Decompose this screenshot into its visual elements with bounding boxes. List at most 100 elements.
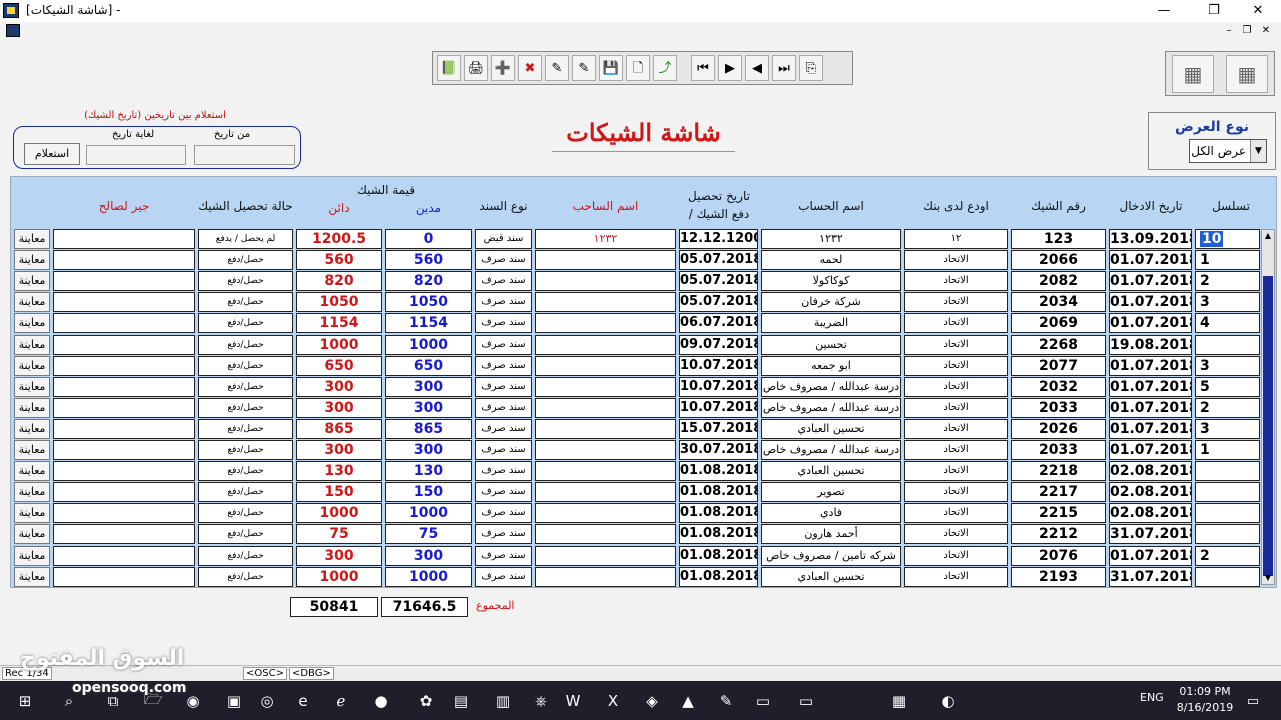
cell-serial[interactable] xyxy=(1195,566,1260,587)
preview-button[interactable]: معاينة xyxy=(14,292,50,313)
cell-collect-date[interactable]: 30.07.2018 xyxy=(679,440,758,460)
game-icon[interactable]: ✿ xyxy=(413,688,439,714)
cell-credit[interactable]: 560 xyxy=(296,250,382,271)
cell-status[interactable]: لم يحصل / يدفع xyxy=(198,229,293,249)
cell-cheque-number[interactable]: 2069 xyxy=(1011,313,1106,334)
cell-debit[interactable]: 1000 xyxy=(385,566,472,587)
cell-debit[interactable]: 1154 xyxy=(385,313,472,334)
cell-serial[interactable]: 1 xyxy=(1195,250,1260,271)
next-record-icon[interactable]: ▶ xyxy=(718,55,742,81)
cell-debit[interactable]: 560 xyxy=(385,250,472,271)
notification-icon[interactable]: ▭ xyxy=(1240,688,1266,714)
cell-drawer[interactable] xyxy=(535,482,676,503)
cell-status[interactable]: حصل/دفع xyxy=(198,524,293,545)
cell-payee[interactable] xyxy=(53,418,195,439)
cell-serial[interactable] xyxy=(1195,503,1260,524)
preview-button[interactable]: معاينة xyxy=(14,545,50,566)
cell-drawer[interactable] xyxy=(535,524,676,545)
cell-status[interactable]: حصل/دفع xyxy=(198,313,293,334)
cell-bank[interactable]: الاتحاد xyxy=(904,271,1008,292)
cell-account[interactable]: درسة عبدالله / مصروف خاص xyxy=(761,440,901,460)
cell-cheque-number[interactable]: 2193 xyxy=(1011,566,1106,587)
cell-credit[interactable]: 75 xyxy=(296,524,382,545)
cell-cheque-number[interactable]: 2033 xyxy=(1011,397,1106,418)
cell-payee[interactable] xyxy=(53,461,195,482)
cell-status[interactable]: حصل/دفع xyxy=(198,292,293,313)
cell-credit[interactable]: 130 xyxy=(296,461,382,482)
cell-entry-date[interactable]: 02.08.2018 xyxy=(1109,482,1192,503)
cell-credit[interactable]: 1000 xyxy=(296,334,382,355)
cell-drawer[interactable] xyxy=(535,355,676,376)
cell-payee[interactable] xyxy=(53,545,195,566)
cell-debit[interactable]: 650 xyxy=(385,355,472,376)
cell-drawer[interactable] xyxy=(535,397,676,418)
cell-debit[interactable]: 300 xyxy=(385,397,472,418)
cell-cheque-number[interactable]: 2034 xyxy=(1011,292,1106,313)
cell-payee[interactable] xyxy=(53,250,195,271)
preview-button[interactable]: معاينة xyxy=(14,313,50,334)
cell-payee[interactable] xyxy=(53,355,195,376)
notes-icon[interactable]: ▥ xyxy=(490,688,516,714)
query-button[interactable]: استعلام xyxy=(24,143,80,165)
cell-entry-date[interactable]: 19.08.2018 xyxy=(1109,334,1192,355)
cell-payee[interactable] xyxy=(53,334,195,355)
cell-credit[interactable]: 1200.5 xyxy=(296,229,382,249)
mdi-close-button[interactable]: ✕ xyxy=(1258,24,1274,38)
mdi-minimize-button[interactable]: – xyxy=(1221,24,1237,38)
cell-entry-date[interactable]: 01.07.2018 xyxy=(1109,440,1192,460)
scroll-down-icon[interactable]: ▼ xyxy=(1262,572,1274,584)
cell-debit[interactable]: 1050 xyxy=(385,292,472,313)
cell-status[interactable]: حصل/دفع xyxy=(198,250,293,271)
cell-entry-date[interactable]: 01.07.2018 xyxy=(1109,271,1192,292)
cell-credit[interactable]: 820 xyxy=(296,271,382,292)
cell-doc-type[interactable]: سند صرف xyxy=(475,313,532,334)
cell-credit[interactable]: 1154 xyxy=(296,313,382,334)
cell-drawer[interactable] xyxy=(535,545,676,566)
cell-entry-date[interactable]: 01.07.2018 xyxy=(1109,355,1192,376)
cell-serial[interactable]: 2 xyxy=(1195,271,1260,292)
cell-doc-type[interactable]: سند صرف xyxy=(475,566,532,587)
cell-debit[interactable]: 820 xyxy=(385,271,472,292)
cell-entry-date[interactable]: 01.07.2018 xyxy=(1109,292,1192,313)
cell-status[interactable]: حصل/دفع xyxy=(198,461,293,482)
app-red-icon[interactable]: ◈ xyxy=(639,688,665,714)
chevron-down-icon[interactable]: ▼ xyxy=(1250,140,1266,162)
cell-payee[interactable] xyxy=(53,503,195,524)
cell-doc-type[interactable]: سند صرف xyxy=(475,440,532,460)
cell-status[interactable]: حصل/دفع xyxy=(198,376,293,397)
word-icon[interactable]: W xyxy=(560,688,586,714)
cell-entry-date[interactable]: 01.07.2018 xyxy=(1109,250,1192,271)
cell-status[interactable]: حصل/دفع xyxy=(198,418,293,439)
language-indicator[interactable]: ENG xyxy=(1140,691,1164,704)
cell-credit[interactable]: 300 xyxy=(296,545,382,566)
preview-button[interactable]: معاينة xyxy=(14,397,50,418)
cell-credit[interactable]: 300 xyxy=(296,376,382,397)
preview-button[interactable]: معاينة xyxy=(14,503,50,524)
cell-payee[interactable] xyxy=(53,440,195,460)
cell-account[interactable]: تحسين العبادي xyxy=(761,461,901,482)
cell-doc-type[interactable]: سند صرف xyxy=(475,397,532,418)
cell-drawer[interactable] xyxy=(535,334,676,355)
cell-credit[interactable]: 300 xyxy=(296,397,382,418)
cell-entry-date[interactable]: 13.09.2018 xyxy=(1109,229,1192,249)
cell-collect-date[interactable]: 12.12.1200 xyxy=(679,229,758,249)
cell-serial[interactable]: 1 xyxy=(1195,440,1260,460)
cell-serial[interactable] xyxy=(1195,334,1260,355)
cell-cheque-number[interactable]: 2026 xyxy=(1011,418,1106,439)
print-icon[interactable]: 🖨 xyxy=(464,55,488,81)
exit-icon[interactable]: 📗 xyxy=(437,55,461,81)
cell-doc-type[interactable]: سند صرف xyxy=(475,376,532,397)
cell-status[interactable]: حصل/دفع xyxy=(198,334,293,355)
cell-entry-date[interactable]: 01.07.2018 xyxy=(1109,418,1192,439)
import-icon[interactable]: ⤴ xyxy=(653,55,677,81)
cell-account[interactable]: درسة عبدالله / مصروف خاص xyxy=(761,376,901,397)
cell-collect-date[interactable]: 01.08.2018 xyxy=(679,524,758,545)
cell-payee[interactable] xyxy=(53,566,195,587)
from-date-field[interactable] xyxy=(194,145,295,165)
cell-doc-type[interactable]: سند صرف xyxy=(475,334,532,355)
cell-collect-date[interactable]: 01.08.2018 xyxy=(679,545,758,566)
cell-serial[interactable]: 4 xyxy=(1195,313,1260,334)
cell-drawer[interactable] xyxy=(535,440,676,460)
cell-debit[interactable]: 150 xyxy=(385,482,472,503)
cell-account[interactable]: أحمد هارون xyxy=(761,524,901,545)
